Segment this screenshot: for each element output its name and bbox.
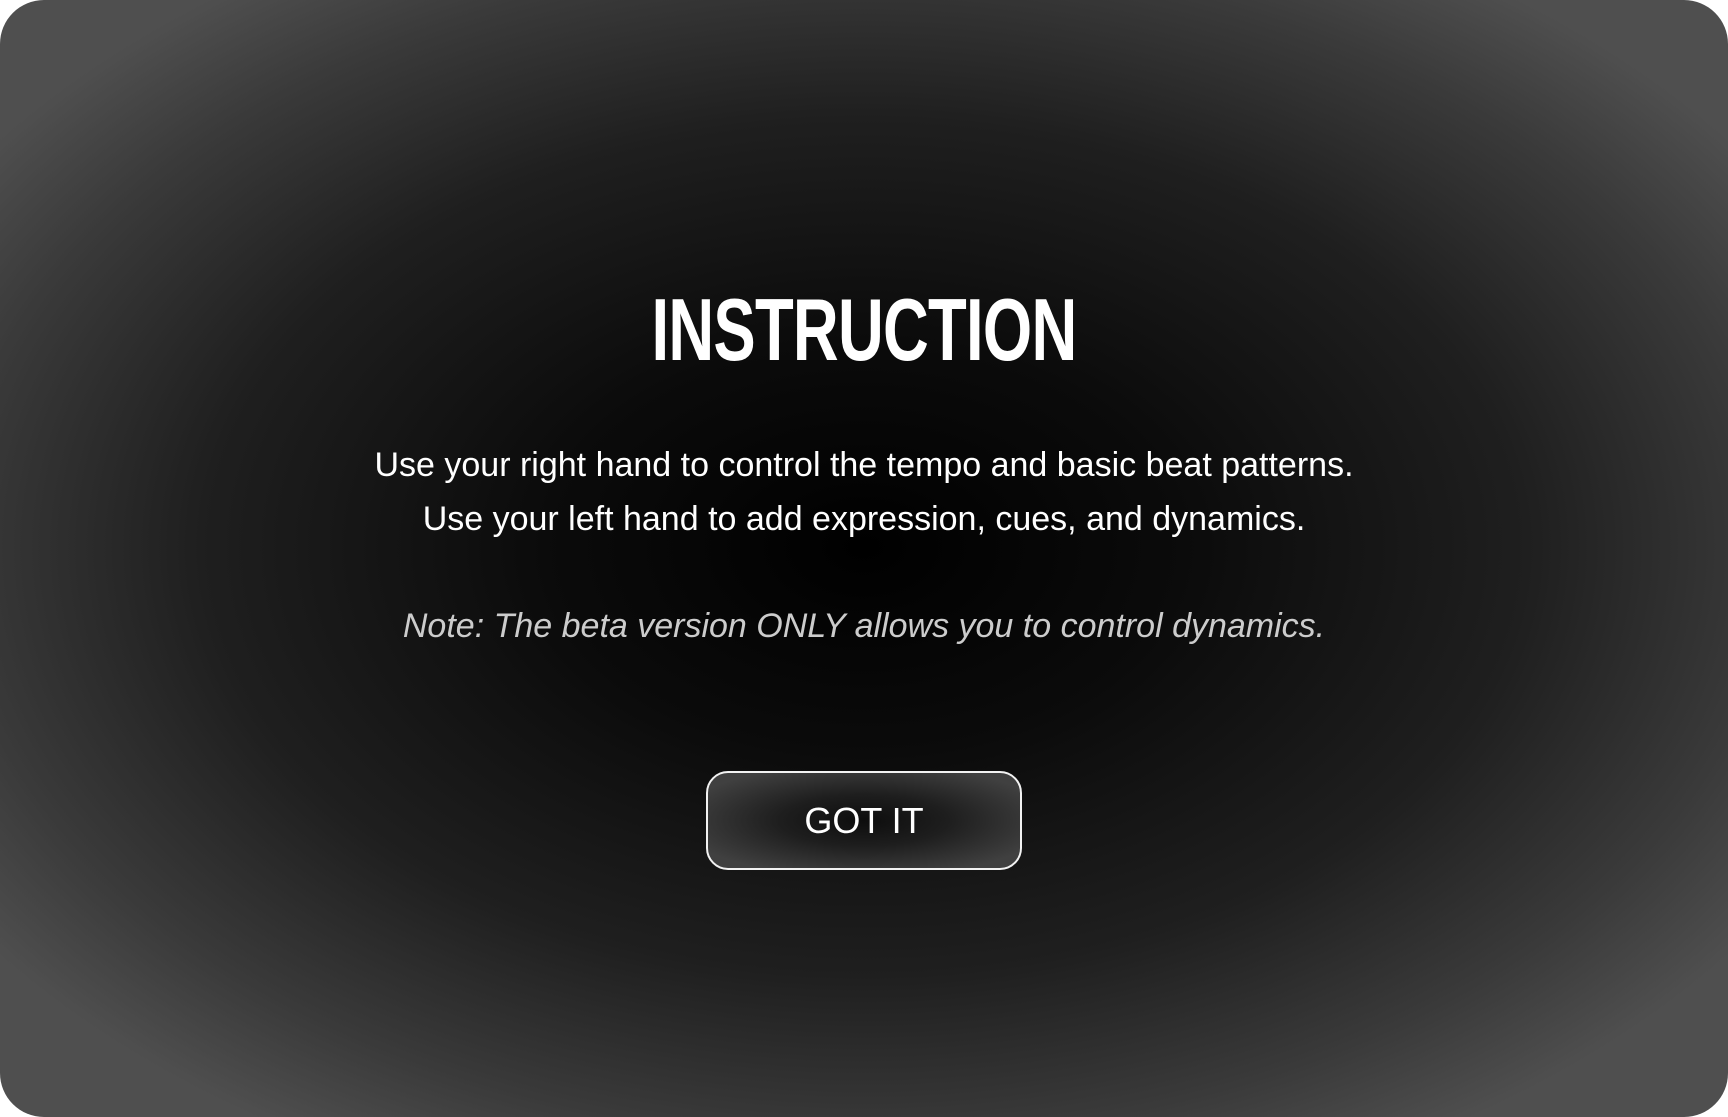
instruction-line-right-hand: Use your right hand to control the tempo… <box>374 446 1354 484</box>
instruction-dialog: INSTRUCTION Use your right hand to contr… <box>0 0 1728 1117</box>
beta-note: Note: The beta version ONLY allows you t… <box>402 607 1326 645</box>
instruction-line-left-hand: Use your left hand to add expression, cu… <box>422 500 1306 538</box>
got-it-button[interactable]: GOT IT <box>706 771 1022 870</box>
dialog-title: INSTRUCTION <box>651 280 1077 379</box>
